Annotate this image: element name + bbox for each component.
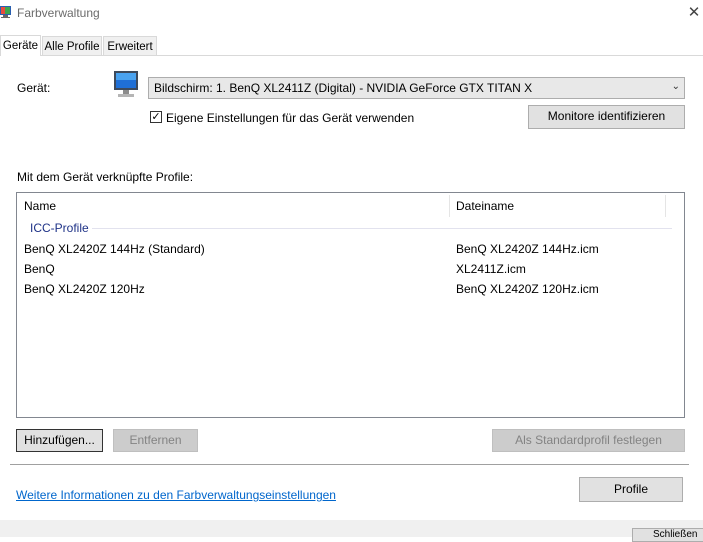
column-separator[interactable] [665,195,666,217]
footer-bar [0,520,703,537]
identify-monitors-button[interactable]: Monitore identifizieren [528,105,685,129]
profiles-heading: Mit dem Gerät verknüpfte Profile: [17,170,194,184]
own-settings-checkbox[interactable]: ✓ [150,111,162,123]
tab-erweitert[interactable]: Erweitert [103,36,157,55]
tab-alle-profile[interactable]: Alle Profile [42,36,102,55]
group-label-icc: ICC-Profile [30,221,89,235]
chevron-down-icon: ⌄ [671,81,680,92]
tab-strip: Geräte Alle Profile Erweitert [0,35,703,56]
column-header-file[interactable]: Dateiname [456,199,514,213]
profile-list[interactable]: Name Dateiname ICC-Profile BenQ XL2420Z … [16,192,685,418]
color-management-icon [0,5,12,19]
close-icon[interactable]: ✕ [686,4,702,22]
device-select-value: Bildschirm: 1. BenQ XL2411Z (Digital) - … [154,81,533,95]
close-button[interactable]: Schließen [632,528,703,542]
title-bar: Farbverwaltung ✕ [0,0,703,28]
list-item-file[interactable]: BenQ XL2420Z 144Hz.icm [456,242,599,256]
monitor-icon [112,70,142,102]
column-header-name[interactable]: Name [24,199,56,213]
list-item-file[interactable]: BenQ XL2420Z 120Hz.icm [456,282,599,296]
own-settings-label[interactable]: Eigene Einstellungen für das Gerät verwe… [166,111,414,125]
set-default-button[interactable]: Als Standardprofil festlegen [492,429,685,452]
more-info-link[interactable]: Weitere Informationen zu den Farbverwalt… [16,488,336,502]
device-select[interactable]: Bildschirm: 1. BenQ XL2411Z (Digital) - … [148,77,685,99]
remove-button[interactable]: Entfernen [113,429,198,452]
add-button[interactable]: Hinzufügen... [16,429,103,452]
list-item-name[interactable]: BenQ XL2420Z 144Hz (Standard) [24,242,205,256]
column-separator[interactable] [449,195,450,217]
profiles-button[interactable]: Profile [579,477,683,502]
list-item-file[interactable]: XL2411Z.icm [456,262,526,276]
tab-geraete[interactable]: Geräte [0,35,41,56]
divider [10,464,689,465]
list-item-name[interactable]: BenQ [24,262,55,276]
group-divider [92,228,672,229]
device-label: Gerät: [17,81,51,95]
list-item-name[interactable]: BenQ XL2420Z 120Hz [24,282,145,296]
window-title: Farbverwaltung [17,6,100,20]
